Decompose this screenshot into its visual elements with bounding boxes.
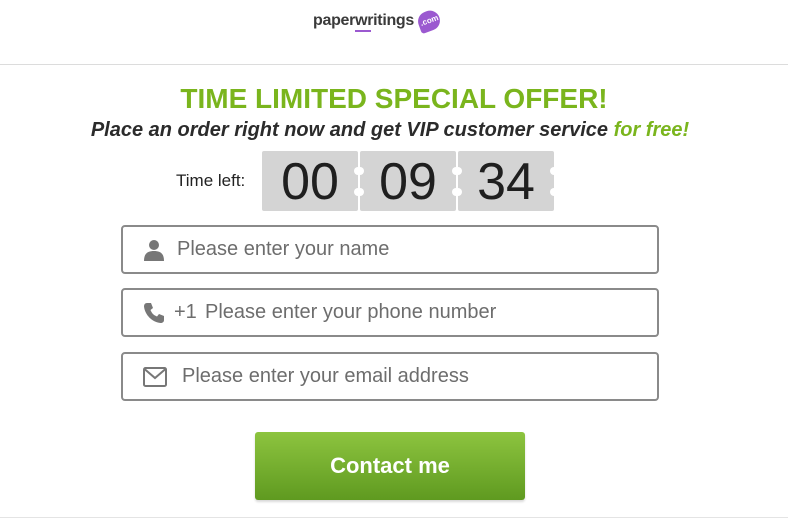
timer-seconds: 34 <box>454 151 558 211</box>
email-field[interactable] <box>121 352 659 401</box>
user-icon <box>143 239 165 261</box>
phone-input[interactable] <box>205 290 645 335</box>
envelope-icon <box>143 367 167 389</box>
timer-minutes: 09 <box>356 151 460 211</box>
logo-text: paperwritings <box>313 12 415 29</box>
time-left-label: Time left: <box>176 171 246 190</box>
logo-underline <box>355 30 371 32</box>
timer-hours: 00 <box>262 151 362 211</box>
offer-subtitle: Place an order right now and get VIP cus… <box>0 118 780 142</box>
offer-subtitle-highlight: for free! <box>613 119 690 141</box>
phone-field[interactable]: +1 <box>121 288 659 337</box>
offer-subtitle-main: Place an order right now and get VIP cus… <box>90 119 614 141</box>
timer-minutes-value: 09 <box>379 153 437 211</box>
logo-badge-icon: .com <box>415 7 444 35</box>
timer-hours-value: 00 <box>281 153 339 211</box>
name-field[interactable] <box>121 225 659 274</box>
phone-prefix: +1 <box>174 301 197 323</box>
timer-seconds-value: 34 <box>477 153 535 211</box>
site-logo[interactable]: paperwritings .com <box>313 7 444 40</box>
contact-me-button[interactable]: Contact me <box>255 432 525 500</box>
countdown-timer: 00 09 34 <box>262 151 558 211</box>
site-header: paperwritings .com <box>0 0 788 65</box>
offer-title: TIME LIMITED SPECIAL OFFER! <box>180 83 608 114</box>
name-input[interactable] <box>177 227 647 272</box>
email-input[interactable] <box>182 354 647 399</box>
phone-icon <box>143 302 165 324</box>
footer-divider <box>0 517 788 518</box>
